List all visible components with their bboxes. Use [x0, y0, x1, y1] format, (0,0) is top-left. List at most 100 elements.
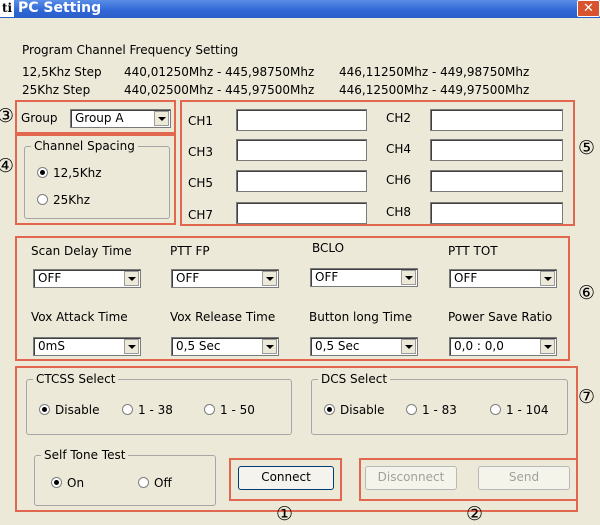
chevron-down-icon[interactable]: [262, 339, 277, 354]
range-25-low: 440,02500Mhz - 445,97500Mhz: [124, 83, 315, 97]
self-tone-test-legend: Self Tone Test: [44, 448, 126, 462]
ch4-input[interactable]: [430, 139, 563, 161]
power-save-ratio-label: Power Save Ratio: [448, 310, 553, 324]
ctcss-1-50-radio[interactable]: 1 - 50: [204, 403, 255, 417]
dcs-disable-label: Disable: [340, 403, 385, 417]
ctcss-disable-radio[interactable]: Disable: [39, 403, 100, 417]
marker-6: ⑥: [578, 282, 596, 304]
vox-release-time-value: 0,5 Sec: [176, 339, 221, 353]
ch1-input[interactable]: [236, 109, 367, 131]
scan-delay-time-value: OFF: [38, 271, 62, 285]
vox-attack-time-value: 0mS: [38, 339, 65, 353]
radio-checked-icon: [324, 404, 335, 415]
vox-release-time-select[interactable]: 0,5 Sec: [171, 337, 279, 356]
chevron-down-icon[interactable]: [154, 111, 169, 126]
self-tone-on-label: On: [67, 476, 85, 490]
radio-unchecked-icon: [122, 404, 133, 415]
ch1-label: CH1: [188, 114, 214, 128]
spacing-12-5-radio[interactable]: 12,5Khz: [37, 166, 102, 180]
chevron-down-icon[interactable]: [124, 339, 139, 354]
chevron-down-icon[interactable]: [262, 271, 277, 286]
vox-attack-time-label: Vox Attack Time: [31, 310, 128, 324]
marker-5: ⑤: [578, 137, 596, 159]
ch2-input[interactable]: [430, 109, 563, 131]
radio-unchecked-icon: [406, 404, 417, 415]
ch8-input[interactable]: [430, 202, 563, 224]
ptt-tot-value: OFF: [454, 271, 478, 285]
radio-checked-icon: [51, 477, 62, 488]
ctcss-1-50-label: 1 - 50: [220, 403, 255, 417]
ptt-fp-label: PTT FP: [170, 244, 210, 258]
dcs-1-83-label: 1 - 83: [422, 403, 457, 417]
marker-3: ③: [0, 105, 15, 127]
step-label-25: 25Khz Step: [22, 83, 91, 97]
ch5-input[interactable]: [236, 170, 367, 192]
chevron-down-icon[interactable]: [540, 339, 555, 354]
ch2-label: CH2: [386, 111, 412, 125]
chevron-down-icon[interactable]: [401, 339, 416, 354]
group-select-value: Group A: [75, 111, 124, 125]
ctcss-1-38-label: 1 - 38: [138, 403, 173, 417]
radio-unchecked-icon: [204, 404, 215, 415]
channel-spacing-legend: Channel Spacing: [34, 139, 135, 153]
chevron-down-icon[interactable]: [401, 270, 416, 285]
radio-unchecked-icon: [138, 477, 149, 488]
app-icon: ti: [0, 0, 14, 17]
radio-checked-icon: [37, 167, 48, 178]
ch8-label: CH8: [386, 205, 412, 219]
ctcss-disable-label: Disable: [55, 403, 100, 417]
bclo-select[interactable]: OFF: [310, 268, 418, 287]
range-25-high: 446,12500Mhz - 449,97500Mhz: [339, 83, 530, 97]
dcs-disable-radio[interactable]: Disable: [324, 403, 385, 417]
ctcss-select-legend: CTCSS Select: [36, 372, 116, 386]
frequency-heading: Program Channel Frequency Setting: [22, 43, 239, 57]
dcs-1-83-radio[interactable]: 1 - 83: [406, 403, 457, 417]
marker-4: ④: [0, 155, 15, 177]
range-12-5-low: 440,01250Mhz - 445,98750Mhz: [124, 65, 315, 79]
ptt-tot-label: PTT TOT: [448, 244, 498, 258]
radio-unchecked-icon: [37, 194, 48, 205]
vox-attack-time-select[interactable]: 0mS: [33, 337, 141, 356]
power-save-ratio-select[interactable]: 0,0 : 0,0: [449, 337, 557, 356]
ptt-fp-value: OFF: [176, 271, 200, 285]
chevron-down-icon[interactable]: [124, 271, 139, 286]
self-tone-off-label: Off: [154, 476, 172, 490]
range-12-5-high: 446,11250Mhz - 449,98750Mhz: [339, 65, 530, 79]
dcs-1-104-radio[interactable]: 1 - 104: [490, 403, 549, 417]
ptt-fp-select[interactable]: OFF: [171, 269, 279, 288]
ch5-label: CH5: [188, 176, 214, 190]
marker-1: ①: [276, 503, 294, 525]
spacing-25-radio[interactable]: 25Khz: [37, 193, 90, 207]
bclo-value: OFF: [315, 270, 339, 284]
vox-release-time-label: Vox Release Time: [170, 310, 276, 324]
ptt-tot-select[interactable]: OFF: [449, 269, 557, 288]
group-select[interactable]: Group A: [70, 109, 171, 128]
disconnect-button[interactable]: Disconnect: [365, 466, 457, 490]
scan-delay-time-label: Scan Delay Time: [31, 244, 132, 258]
spacing-12-5-label: 12,5Khz: [53, 166, 102, 180]
button-long-time-select[interactable]: 0,5 Sec: [310, 337, 418, 356]
group-label: Group: [21, 111, 58, 125]
button-long-time-value: 0,5 Sec: [315, 339, 360, 353]
self-tone-on-radio[interactable]: On: [51, 476, 84, 490]
close-button[interactable]: ✕: [577, 0, 600, 17]
bclo-label: BCLO: [312, 241, 345, 255]
window-title: PC Setting: [18, 0, 102, 16]
marker-2: ②: [466, 503, 484, 525]
send-button[interactable]: Send: [478, 466, 570, 490]
chevron-down-icon[interactable]: [540, 271, 555, 286]
ch7-input[interactable]: [236, 202, 367, 224]
radio-unchecked-icon: [490, 404, 501, 415]
ctcss-1-38-radio[interactable]: 1 - 38: [122, 403, 173, 417]
self-tone-off-radio[interactable]: Off: [138, 476, 172, 490]
spacing-25-label: 25Khz: [53, 193, 91, 207]
ch3-input[interactable]: [236, 139, 367, 161]
ch3-label: CH3: [188, 145, 214, 159]
scan-delay-time-select[interactable]: OFF: [33, 269, 141, 288]
step-label-12-5: 12,5Khz Step: [22, 65, 102, 79]
connect-button[interactable]: Connect: [238, 466, 334, 490]
power-save-ratio-value: 0,0 : 0,0: [454, 339, 504, 353]
dcs-1-104-label: 1 - 104: [506, 403, 549, 417]
ch4-label: CH4: [386, 142, 412, 156]
ch6-input[interactable]: [430, 170, 563, 192]
